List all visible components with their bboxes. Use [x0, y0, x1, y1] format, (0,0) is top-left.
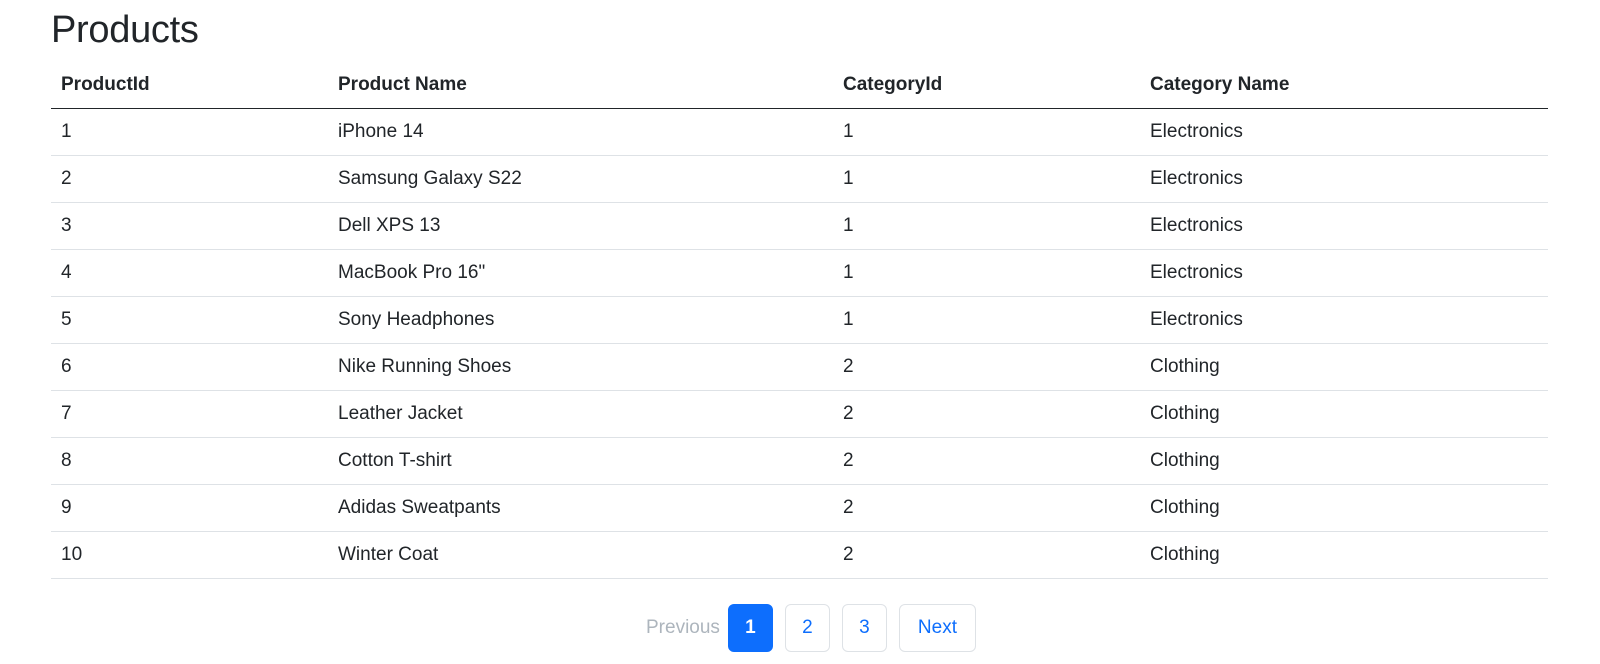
cell-category-name: Electronics — [1140, 108, 1548, 156]
table-header: ProductId Product Name CategoryId Catego… — [51, 60, 1548, 109]
cell-product-id: 3 — [51, 202, 328, 250]
page-button-1[interactable]: 1 — [727, 604, 773, 652]
cell-product-name: Samsung Galaxy S22 — [328, 155, 833, 203]
cell-category-id: 1 — [833, 249, 1140, 297]
column-header-category-id: CategoryId — [833, 60, 1140, 109]
cell-category-name: Clothing — [1140, 484, 1548, 532]
cell-product-name: Adidas Sweatpants — [328, 484, 833, 532]
cell-product-id: 2 — [51, 155, 328, 203]
cell-category-id: 1 — [833, 155, 1140, 203]
cell-category-name: Clothing — [1140, 390, 1548, 438]
cell-category-name: Electronics — [1140, 155, 1548, 203]
table-row: 1 iPhone 14 1 Electronics — [51, 108, 1548, 156]
cell-product-name: Leather Jacket — [328, 390, 833, 438]
cell-category-id: 2 — [833, 437, 1140, 485]
column-header-product-id: ProductId — [51, 60, 328, 109]
next-page-button[interactable]: Next — [898, 604, 976, 652]
products-page: Products ProductId Product Name Category… — [0, 0, 1600, 664]
cell-product-id: 4 — [51, 249, 328, 297]
table-row: 10 Winter Coat 2 Clothing — [51, 531, 1548, 579]
page-button-2[interactable]: 2 — [784, 604, 830, 652]
cell-product-name: Dell XPS 13 — [328, 202, 833, 250]
cell-product-id: 6 — [51, 343, 328, 391]
table-row: 3 Dell XPS 13 1 Electronics — [51, 202, 1548, 250]
cell-category-name: Clothing — [1140, 531, 1548, 579]
cell-category-name: Electronics — [1140, 202, 1548, 250]
cell-category-id: 1 — [833, 108, 1140, 156]
cell-product-id: 1 — [51, 108, 328, 156]
previous-page-button: Previous — [646, 617, 720, 638]
cell-product-id: 5 — [51, 296, 328, 344]
table-row: 5 Sony Headphones 1 Electronics — [51, 296, 1548, 344]
cell-product-name: Winter Coat — [328, 531, 833, 579]
header-row: ProductId Product Name CategoryId Catego… — [51, 60, 1548, 109]
table-body: 1 iPhone 14 1 Electronics 2 Samsung Gala… — [51, 108, 1548, 579]
cell-product-id: 9 — [51, 484, 328, 532]
table-row: 9 Adidas Sweatpants 2 Clothing — [51, 484, 1548, 532]
table-row: 8 Cotton T-shirt 2 Clothing — [51, 437, 1548, 485]
cell-category-id: 1 — [833, 202, 1140, 250]
cell-product-id: 10 — [51, 531, 328, 579]
page-button-3[interactable]: 3 — [841, 604, 887, 652]
cell-category-id: 2 — [833, 531, 1140, 579]
cell-category-id: 2 — [833, 484, 1140, 532]
cell-category-name: Electronics — [1140, 296, 1548, 344]
pagination: Previous 1 2 3 Next — [0, 604, 1600, 652]
table-row: 2 Samsung Galaxy S22 1 Electronics — [51, 155, 1548, 203]
table-row: 4 MacBook Pro 16" 1 Electronics — [51, 249, 1548, 297]
table-row: 6 Nike Running Shoes 2 Clothing — [51, 343, 1548, 391]
cell-product-name: Nike Running Shoes — [328, 343, 833, 391]
cell-category-id: 2 — [833, 390, 1140, 438]
column-header-product-name: Product Name — [328, 60, 833, 109]
cell-product-name: iPhone 14 — [328, 108, 833, 156]
column-header-category-name: Category Name — [1140, 60, 1548, 109]
products-table: ProductId Product Name CategoryId Catego… — [51, 60, 1548, 579]
page-title: Products — [51, 9, 199, 51]
cell-product-id: 7 — [51, 390, 328, 438]
cell-category-id: 1 — [833, 296, 1140, 344]
cell-category-name: Clothing — [1140, 343, 1548, 391]
cell-product-name: Sony Headphones — [328, 296, 833, 344]
table-row: 7 Leather Jacket 2 Clothing — [51, 390, 1548, 438]
cell-category-name: Clothing — [1140, 437, 1548, 485]
cell-category-name: Electronics — [1140, 249, 1548, 297]
cell-product-id: 8 — [51, 437, 328, 485]
cell-product-name: MacBook Pro 16" — [328, 249, 833, 297]
cell-category-id: 2 — [833, 343, 1140, 391]
cell-product-name: Cotton T-shirt — [328, 437, 833, 485]
